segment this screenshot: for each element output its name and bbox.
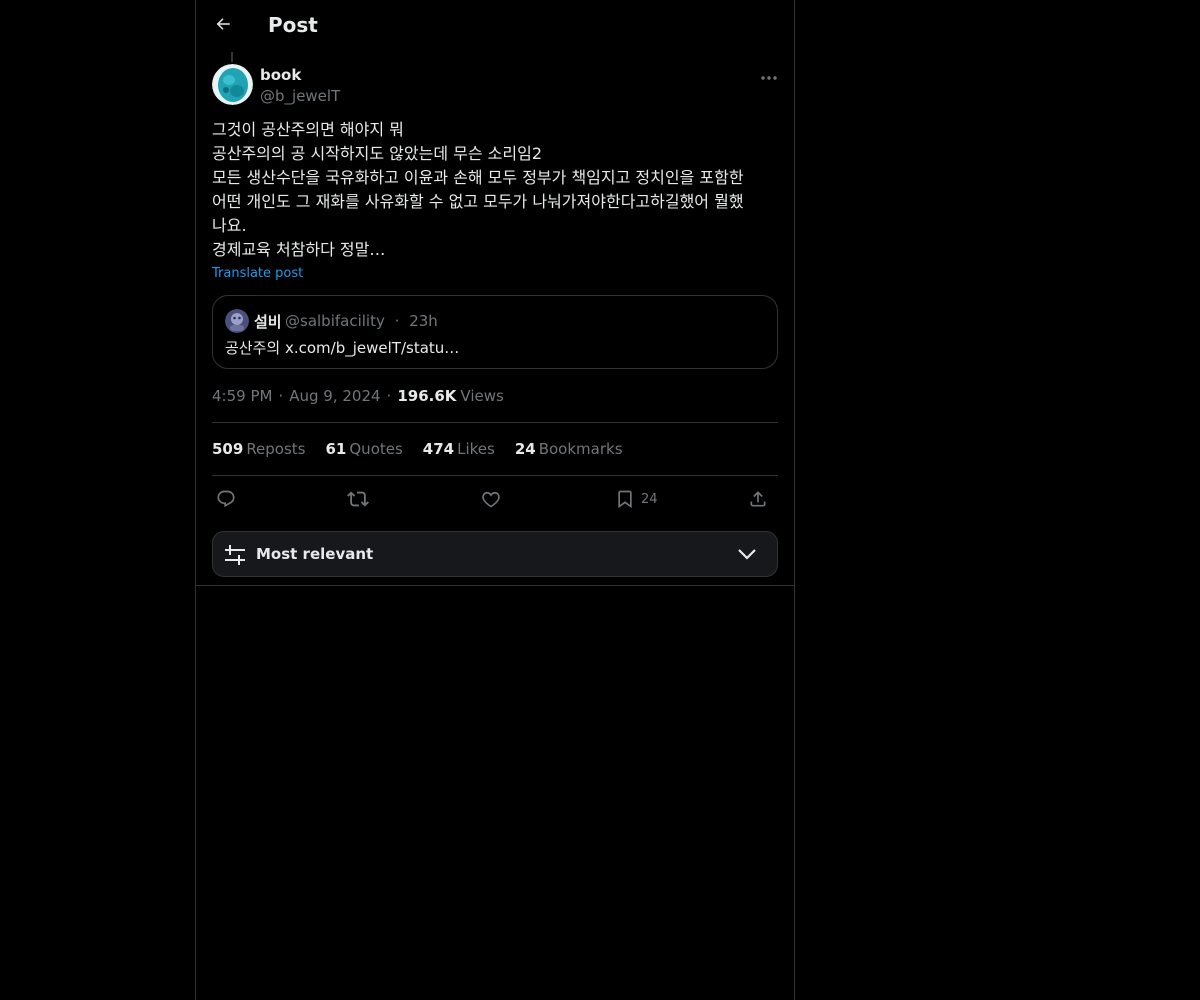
views-count: 196.6K — [397, 387, 457, 405]
quoted-post[interactable]: 설비 @salbifacility · 23h 공산주의 x.com/b_jew… — [212, 295, 778, 369]
quote-separator: · — [394, 312, 400, 330]
quote-avatar — [225, 309, 249, 333]
sort-replies-dropdown[interactable]: Most relevant — [212, 531, 778, 577]
quote-text: 공산주의 x.com/b_jewelT/statu… — [225, 339, 460, 357]
more-dots-icon — [760, 66, 778, 85]
sliders-icon — [224, 544, 246, 570]
heart-icon — [481, 489, 501, 509]
post-text: 그것이 공산주의면 해야지 뭐 공산주의의 공 시작하지도 않았는데 무슨 소리… — [212, 120, 744, 259]
bookmarks-stat[interactable]: 24 Bookmarks — [515, 440, 623, 458]
quote-author-meta: @salbifacility · 23h — [285, 312, 438, 330]
reply-icon — [216, 489, 236, 509]
share-button[interactable] — [748, 486, 768, 512]
arrow-left-icon — [214, 15, 232, 37]
repost-icon — [347, 488, 369, 510]
post-stats: 509 Reposts 61 Quotes 474 Likes 24 Bookmarks — [212, 440, 643, 458]
back-button[interactable] — [208, 11, 238, 41]
bookmark-icon — [615, 489, 635, 509]
thread-line — [231, 52, 233, 62]
share-icon — [748, 489, 768, 509]
author-handle[interactable]: @b_jewelT — [260, 87, 340, 105]
chevron-down-icon — [737, 546, 757, 566]
more-options-button[interactable] — [756, 64, 782, 86]
meta-separator: · — [386, 387, 392, 405]
page-title: Post — [268, 13, 318, 37]
quote-time: 23h — [409, 312, 438, 330]
meta-separator: · — [278, 387, 284, 405]
author-name[interactable]: book — [260, 66, 301, 84]
bookmark-button[interactable]: 24 — [615, 486, 658, 512]
post-date[interactable]: Aug 9, 2024 — [289, 387, 380, 405]
translate-post-link[interactable]: Translate post — [212, 266, 303, 281]
likes-stat[interactable]: 474 Likes — [423, 440, 495, 458]
repost-button[interactable] — [347, 486, 369, 512]
divider — [196, 585, 794, 586]
views-label: Views — [460, 387, 504, 405]
like-button[interactable] — [481, 486, 501, 512]
post-meta: 4:59 PM · Aug 9, 2024 · 196.6K Views — [212, 387, 504, 405]
post-time[interactable]: 4:59 PM — [212, 387, 272, 405]
divider — [212, 475, 778, 476]
action-bar: 24 — [212, 486, 778, 514]
quote-author-handle: @salbifacility — [285, 312, 385, 330]
header: Post — [196, 0, 794, 54]
bookmark-count: 24 — [641, 491, 658, 507]
quotes-stat[interactable]: 61 Quotes — [326, 440, 403, 458]
quote-author-name: 설비 — [254, 313, 282, 331]
divider — [212, 422, 778, 423]
reply-button[interactable] — [216, 486, 236, 512]
sort-label: Most relevant — [256, 545, 374, 563]
reposts-stat[interactable]: 509 Reposts — [212, 440, 306, 458]
main-column: Post book @b_jewelT 그것이 공산주의면 해야지 뭐 공산주의… — [195, 0, 795, 1000]
avatar[interactable] — [212, 64, 253, 105]
